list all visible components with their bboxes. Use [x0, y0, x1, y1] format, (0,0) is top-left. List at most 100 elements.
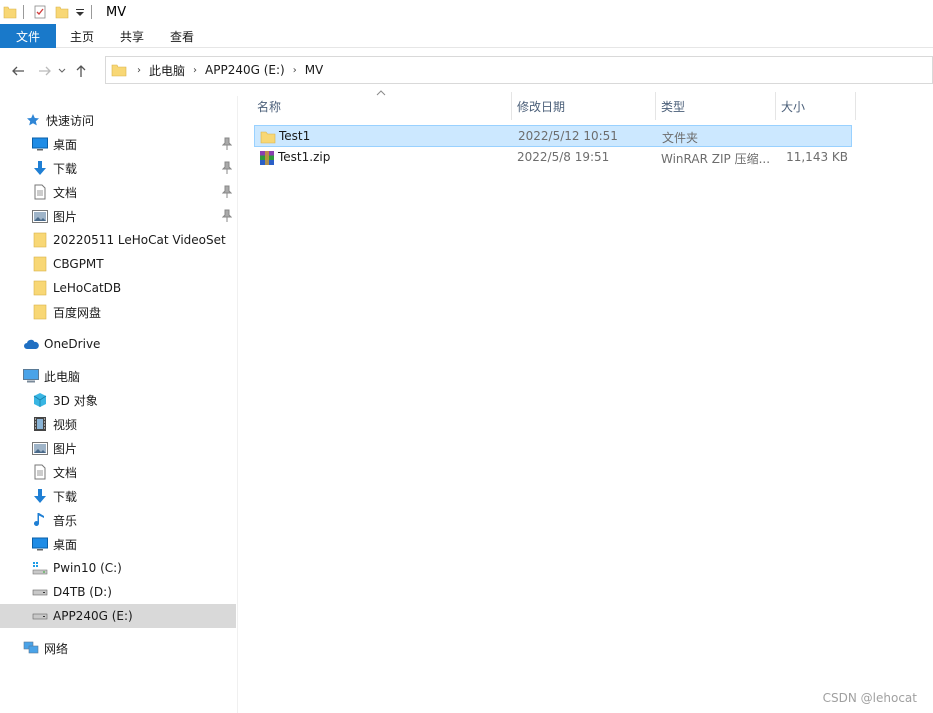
- sidebar-item-label: 文档: [53, 465, 78, 480]
- sidebar-item-label: 图片: [53, 209, 78, 224]
- sidebar-item-drive-d[interactable]: D4TB (D:): [0, 580, 236, 604]
- sidebar-item-label: Pwin10 (C:): [53, 561, 122, 575]
- sidebar-item-label: 桌面: [53, 537, 78, 552]
- up-button[interactable]: [70, 60, 92, 82]
- breadcrumb-drive[interactable]: APP240G (E:): [201, 63, 289, 77]
- breadcrumb-chevron-icon[interactable]: ›: [289, 65, 301, 76]
- folder-icon: [260, 131, 276, 144]
- sidebar-item-label: 20220511 LeHoCat VideoSet: [53, 233, 226, 247]
- download-icon: [32, 160, 48, 176]
- star-icon: [25, 112, 41, 128]
- address-bar[interactable]: › 此电脑 › APP240G (E:) › MV: [105, 56, 933, 84]
- sidebar-item-music[interactable]: 音乐: [0, 508, 236, 532]
- sidebar-item-label: 图片: [53, 441, 78, 456]
- tab-home[interactable]: 主页: [57, 24, 107, 48]
- drive-icon: [32, 608, 48, 624]
- tab-view[interactable]: 查看: [157, 24, 207, 48]
- title-bar: MV: [0, 0, 933, 24]
- sidebar-item-this-pc[interactable]: 此电脑: [0, 364, 236, 388]
- sidebar-item-label: 下载: [53, 489, 78, 504]
- winrar-archive-icon: [260, 151, 274, 165]
- sidebar-item-folder[interactable]: CBGPMT: [0, 252, 236, 276]
- file-type: 文件夹: [662, 131, 699, 145]
- sidebar-item-folder[interactable]: 20220511 LeHoCat VideoSet: [0, 228, 236, 252]
- sidebar-item-label: 桌面: [53, 137, 78, 152]
- pin-icon[interactable]: [222, 161, 232, 175]
- sidebar-item-downloads[interactable]: 下载: [0, 156, 236, 180]
- pin-icon[interactable]: [222, 209, 232, 223]
- separator: [23, 5, 24, 19]
- sidebar-item-downloads[interactable]: 下载: [0, 484, 236, 508]
- sidebar-item-pictures[interactable]: 图片: [0, 436, 236, 460]
- sidebar-item-documents[interactable]: 文档: [0, 180, 236, 204]
- sidebar-item-videos[interactable]: 视频: [0, 412, 236, 436]
- window-title: MV: [106, 4, 127, 20]
- sidebar-item-label: APP240G (E:): [53, 609, 133, 623]
- sidebar-item-3d-objects[interactable]: 3D 对象: [0, 388, 236, 412]
- cloud-icon: [23, 336, 39, 352]
- sidebar-item-label: 此电脑: [44, 369, 81, 384]
- folder-icon: [32, 304, 48, 320]
- document-icon: [32, 464, 48, 480]
- file-list: 名称 修改日期 类型 大小 Test1 2022/5/12 10:51 文件夹 …: [240, 88, 933, 713]
- back-button[interactable]: [7, 60, 29, 82]
- file-size: 11,143 KB: [786, 150, 848, 164]
- sidebar-item-onedrive[interactable]: OneDrive: [0, 332, 236, 356]
- properties-icon[interactable]: [33, 5, 47, 19]
- pin-icon[interactable]: [222, 137, 232, 151]
- tab-file[interactable]: 文件: [0, 24, 56, 48]
- breadcrumb-this-pc[interactable]: 此电脑: [145, 62, 189, 79]
- sidebar-item-label: 3D 对象: [53, 393, 98, 408]
- ribbon-tabs: 文件 主页 共享 查看: [0, 24, 933, 48]
- folder-icon: [32, 256, 48, 272]
- file-row[interactable]: Test1 2022/5/12 10:51 文件夹: [254, 125, 852, 147]
- recent-locations-button[interactable]: [56, 60, 68, 82]
- tab-share[interactable]: 共享: [107, 24, 157, 48]
- file-name: Test1: [279, 129, 311, 143]
- chevron-down-icon: [58, 68, 66, 73]
- new-folder-icon[interactable]: [55, 5, 69, 19]
- breadcrumb-chevron-icon[interactable]: ›: [189, 65, 201, 76]
- 3d-objects-icon: [32, 392, 48, 408]
- up-arrow-icon: [76, 65, 86, 77]
- navigation-bar: › 此电脑 › APP240G (E:) › MV: [0, 56, 933, 86]
- column-header-name[interactable]: 名称: [250, 92, 512, 120]
- column-header-date[interactable]: 修改日期: [512, 92, 656, 120]
- back-arrow-icon: [12, 66, 24, 76]
- desktop-icon: [32, 136, 48, 152]
- file-row[interactable]: Test1.zip 2022/5/8 19:51 WinRAR ZIP 压缩..…: [254, 147, 852, 169]
- pictures-icon: [32, 440, 48, 456]
- watermark: CSDN @lehocat: [822, 691, 917, 705]
- sidebar-item-drive-e[interactable]: APP240G (E:): [0, 604, 236, 628]
- forward-button[interactable]: [34, 60, 56, 82]
- breadcrumb-current-folder[interactable]: MV: [301, 63, 328, 77]
- customize-quick-access-icon[interactable]: [75, 5, 85, 19]
- file-date: 2022/5/8 19:51: [517, 150, 610, 164]
- sidebar-item-desktop[interactable]: 桌面: [0, 132, 236, 156]
- sidebar-item-label: 音乐: [53, 513, 78, 528]
- sidebar-item-pictures[interactable]: 图片: [0, 204, 236, 228]
- folder-icon: [32, 280, 48, 296]
- column-header-size[interactable]: 大小: [776, 92, 856, 120]
- sidebar-item-label: 下载: [53, 161, 78, 176]
- sidebar-item-drive-c[interactable]: Pwin10 (C:): [0, 556, 236, 580]
- sidebar-item-folder[interactable]: LeHoCatDB: [0, 276, 236, 300]
- document-icon: [32, 184, 48, 200]
- windows-drive-icon: [32, 560, 48, 576]
- column-header-type[interactable]: 类型: [656, 92, 776, 120]
- pin-icon[interactable]: [222, 185, 232, 199]
- sidebar-item-label: 网络: [44, 641, 69, 656]
- sidebar-item-label: 快速访问: [46, 113, 95, 128]
- sidebar-item-folder[interactable]: 百度网盘: [0, 300, 236, 324]
- breadcrumb-chevron-icon[interactable]: ›: [133, 65, 145, 76]
- file-date: 2022/5/12 10:51: [518, 129, 618, 143]
- file-name: Test1.zip: [278, 150, 331, 164]
- forward-arrow-icon: [39, 66, 51, 76]
- network-icon: [23, 640, 39, 656]
- desktop-icon: [32, 536, 48, 552]
- sidebar-item-quick-access[interactable]: 快速访问: [0, 108, 236, 132]
- sidebar-item-documents[interactable]: 文档: [0, 460, 236, 484]
- sidebar-item-desktop[interactable]: 桌面: [0, 532, 236, 556]
- sidebar-item-network[interactable]: 网络: [0, 636, 236, 660]
- folder-icon: [111, 64, 127, 77]
